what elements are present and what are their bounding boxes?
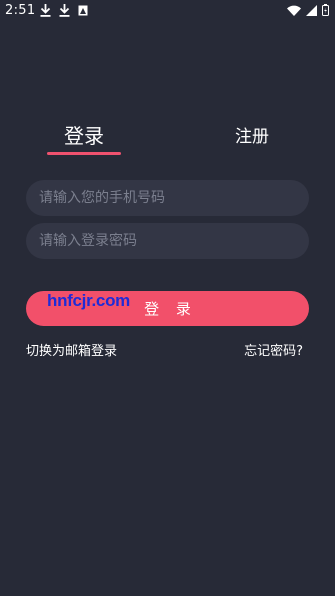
forgot-password-link[interactable]: 忘记密码? <box>244 340 303 359</box>
status-time: 2:51 <box>5 3 36 18</box>
login-button-label: 登 录 <box>144 300 197 318</box>
password-input[interactable] <box>37 232 309 250</box>
download-icon <box>40 4 51 17</box>
signal-icon <box>306 4 317 16</box>
notification-icons <box>40 4 88 17</box>
watermark-text: hnfcjr.com <box>47 291 130 310</box>
download-icon <box>59 4 70 17</box>
system-icons <box>287 4 329 16</box>
phone-input[interactable] <box>37 189 309 207</box>
image-notification-icon <box>78 5 88 16</box>
wifi-icon <box>287 5 301 16</box>
status-bar: 2:51 <box>0 0 335 24</box>
password-field[interactable] <box>26 223 309 259</box>
tab-login[interactable]: 登录 <box>64 120 104 149</box>
switch-to-email-link[interactable]: 切换为邮箱登录 <box>26 340 117 359</box>
active-tab-indicator <box>47 152 121 155</box>
battery-icon <box>322 4 329 16</box>
phone-field[interactable] <box>26 180 309 216</box>
tab-register[interactable]: 注册 <box>235 122 269 147</box>
